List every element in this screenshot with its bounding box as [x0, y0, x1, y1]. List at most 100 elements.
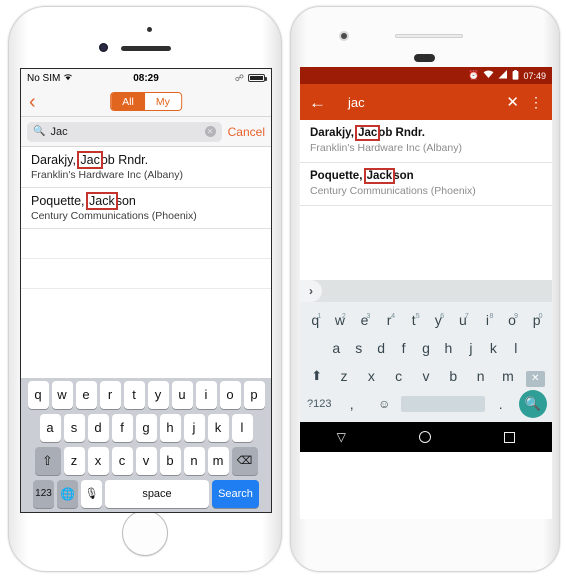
backspace-icon[interactable]: ⌫ [231, 447, 258, 475]
clear-icon[interactable]: ✕ [204, 126, 216, 137]
key-d[interactable]: d [87, 414, 109, 442]
iphone-home-button[interactable] [122, 510, 168, 556]
key-h[interactable]: h [437, 334, 459, 362]
ios-keyboard[interactable]: q w e r t y u i o p a s d f g h j k l ⇧ … [21, 378, 271, 512]
key-d[interactable]: d [370, 334, 392, 362]
chevron-right-icon[interactable]: › [300, 280, 322, 302]
segment-my[interactable]: My [144, 93, 181, 110]
key-l[interactable]: l [231, 414, 253, 442]
shift-icon[interactable]: ⇧ [34, 447, 61, 475]
key-m[interactable]: m [494, 362, 521, 390]
key-e[interactable]: 3e [352, 306, 377, 334]
list-item[interactable]: Poquette, Jackson Century Communications… [21, 188, 271, 229]
arrow-left-icon[interactable]: ← [309, 94, 326, 111]
key-p[interactable]: 0p [524, 306, 549, 334]
key-q[interactable]: 1q [303, 306, 328, 334]
key-w[interactable]: 2w [328, 306, 353, 334]
key-o[interactable]: 9o [500, 306, 525, 334]
list-item[interactable]: Darakjy, Jacob Rndr. Franklin's Hardware… [21, 147, 271, 188]
key-v[interactable]: v [135, 447, 157, 475]
search-input[interactable]: 🔍 Jac ✕ [27, 121, 222, 142]
key-c[interactable]: c [111, 447, 133, 475]
iphone-earpiece-speaker [121, 46, 171, 51]
key-h[interactable]: h [159, 414, 181, 442]
key-s[interactable]: s [63, 414, 85, 442]
more-vertical-icon[interactable]: ⋮ [529, 95, 543, 109]
space-key[interactable]: space [105, 480, 209, 508]
android-keyboard[interactable]: 1q 2w 3e 4r 5t 6y 7u 8i 9o 0p a s d f g … [300, 302, 552, 422]
screenshot-stage: No SIM 08:29 ☍ ‹ All My 🔍 Jac ✕ Cancel D… [0, 0, 566, 578]
search-return-key[interactable]: Search [212, 480, 259, 508]
key-m[interactable]: m [207, 447, 229, 475]
key-j[interactable]: j [183, 414, 205, 442]
key-z[interactable]: z [63, 447, 85, 475]
key-y[interactable]: y [147, 381, 169, 409]
segment-all[interactable]: All [111, 93, 145, 110]
space-key[interactable] [400, 396, 485, 412]
globe-icon[interactable]: 🌐 [57, 480, 78, 508]
wifi-icon [483, 70, 494, 81]
cancel-button[interactable]: Cancel [228, 125, 265, 139]
key-x[interactable]: x [358, 362, 385, 390]
key-f[interactable]: f [111, 414, 133, 442]
key-w[interactable]: w [51, 381, 73, 409]
chevron-left-icon[interactable]: ‹ [29, 92, 36, 112]
android-nav-bar: ▽ [300, 422, 552, 452]
key-n[interactable]: n [467, 362, 494, 390]
period-key[interactable]: . [485, 390, 518, 418]
key-u[interactable]: 7u [451, 306, 476, 334]
key-b[interactable]: b [440, 362, 467, 390]
key-y[interactable]: 6y [426, 306, 451, 334]
microphone-icon[interactable]: 🎙 [81, 480, 102, 508]
key-a[interactable]: a [39, 414, 61, 442]
key-o-number: 9 [514, 313, 518, 320]
key-p[interactable]: p [243, 381, 265, 409]
suggestion-bar[interactable]: › [300, 280, 552, 302]
search-key[interactable]: 🔍 [517, 390, 549, 418]
key-z[interactable]: z [330, 362, 357, 390]
key-b[interactable]: b [159, 447, 181, 475]
segmented-control[interactable]: All My [110, 92, 182, 111]
close-icon[interactable]: ✕ [506, 93, 519, 111]
key-a[interactable]: a [325, 334, 347, 362]
backspace-icon[interactable]: ✕ [522, 362, 549, 390]
key-r[interactable]: r [99, 381, 121, 409]
key-t[interactable]: t [123, 381, 145, 409]
shift-icon[interactable]: ⬆ [303, 362, 330, 390]
key-i[interactable]: 8i [475, 306, 500, 334]
key-q[interactable]: q [27, 381, 49, 409]
android-toolbar: ← jac ✕ ⋮ [300, 84, 552, 120]
list-item[interactable]: Darakjy, Jacob Rndr. Franklin's Hardware… [300, 120, 552, 163]
key-v[interactable]: v [412, 362, 439, 390]
key-n[interactable]: n [183, 447, 205, 475]
key-o[interactable]: o [219, 381, 241, 409]
list-item[interactable]: Poquette, Jackson Century Communications… [300, 163, 552, 206]
numbers-key[interactable]: 123 [33, 480, 54, 508]
key-e[interactable]: e [75, 381, 97, 409]
key-r[interactable]: 4r [377, 306, 402, 334]
result-name-prefix: Darakjy, [310, 127, 358, 139]
nav-recents-icon[interactable] [504, 431, 516, 443]
android-sensor [414, 54, 435, 62]
key-g[interactable]: g [415, 334, 437, 362]
key-k[interactable]: k [207, 414, 229, 442]
key-g[interactable]: g [135, 414, 157, 442]
key-x[interactable]: x [87, 447, 109, 475]
key-c[interactable]: c [385, 362, 412, 390]
symbols-key[interactable]: ?123 [303, 390, 336, 418]
result-company: Franklin's Hardware Inc (Albany) [31, 169, 183, 181]
key-j[interactable]: j [460, 334, 482, 362]
key-t[interactable]: 5t [401, 306, 426, 334]
nav-back-icon[interactable]: ▽ [337, 430, 346, 444]
search-input-value[interactable]: jac [348, 95, 506, 110]
key-l[interactable]: l [505, 334, 527, 362]
key-i[interactable]: i [195, 381, 217, 409]
keyboard-row-3: ⇧ z x c v b n m ⌫ [23, 447, 269, 475]
key-s[interactable]: s [347, 334, 369, 362]
nav-home-icon[interactable] [419, 431, 432, 443]
key-u[interactable]: u [171, 381, 193, 409]
key-f[interactable]: f [392, 334, 414, 362]
comma-key[interactable]: , [336, 390, 369, 418]
key-k[interactable]: k [482, 334, 504, 362]
emoji-icon[interactable]: ☺ [368, 390, 401, 418]
